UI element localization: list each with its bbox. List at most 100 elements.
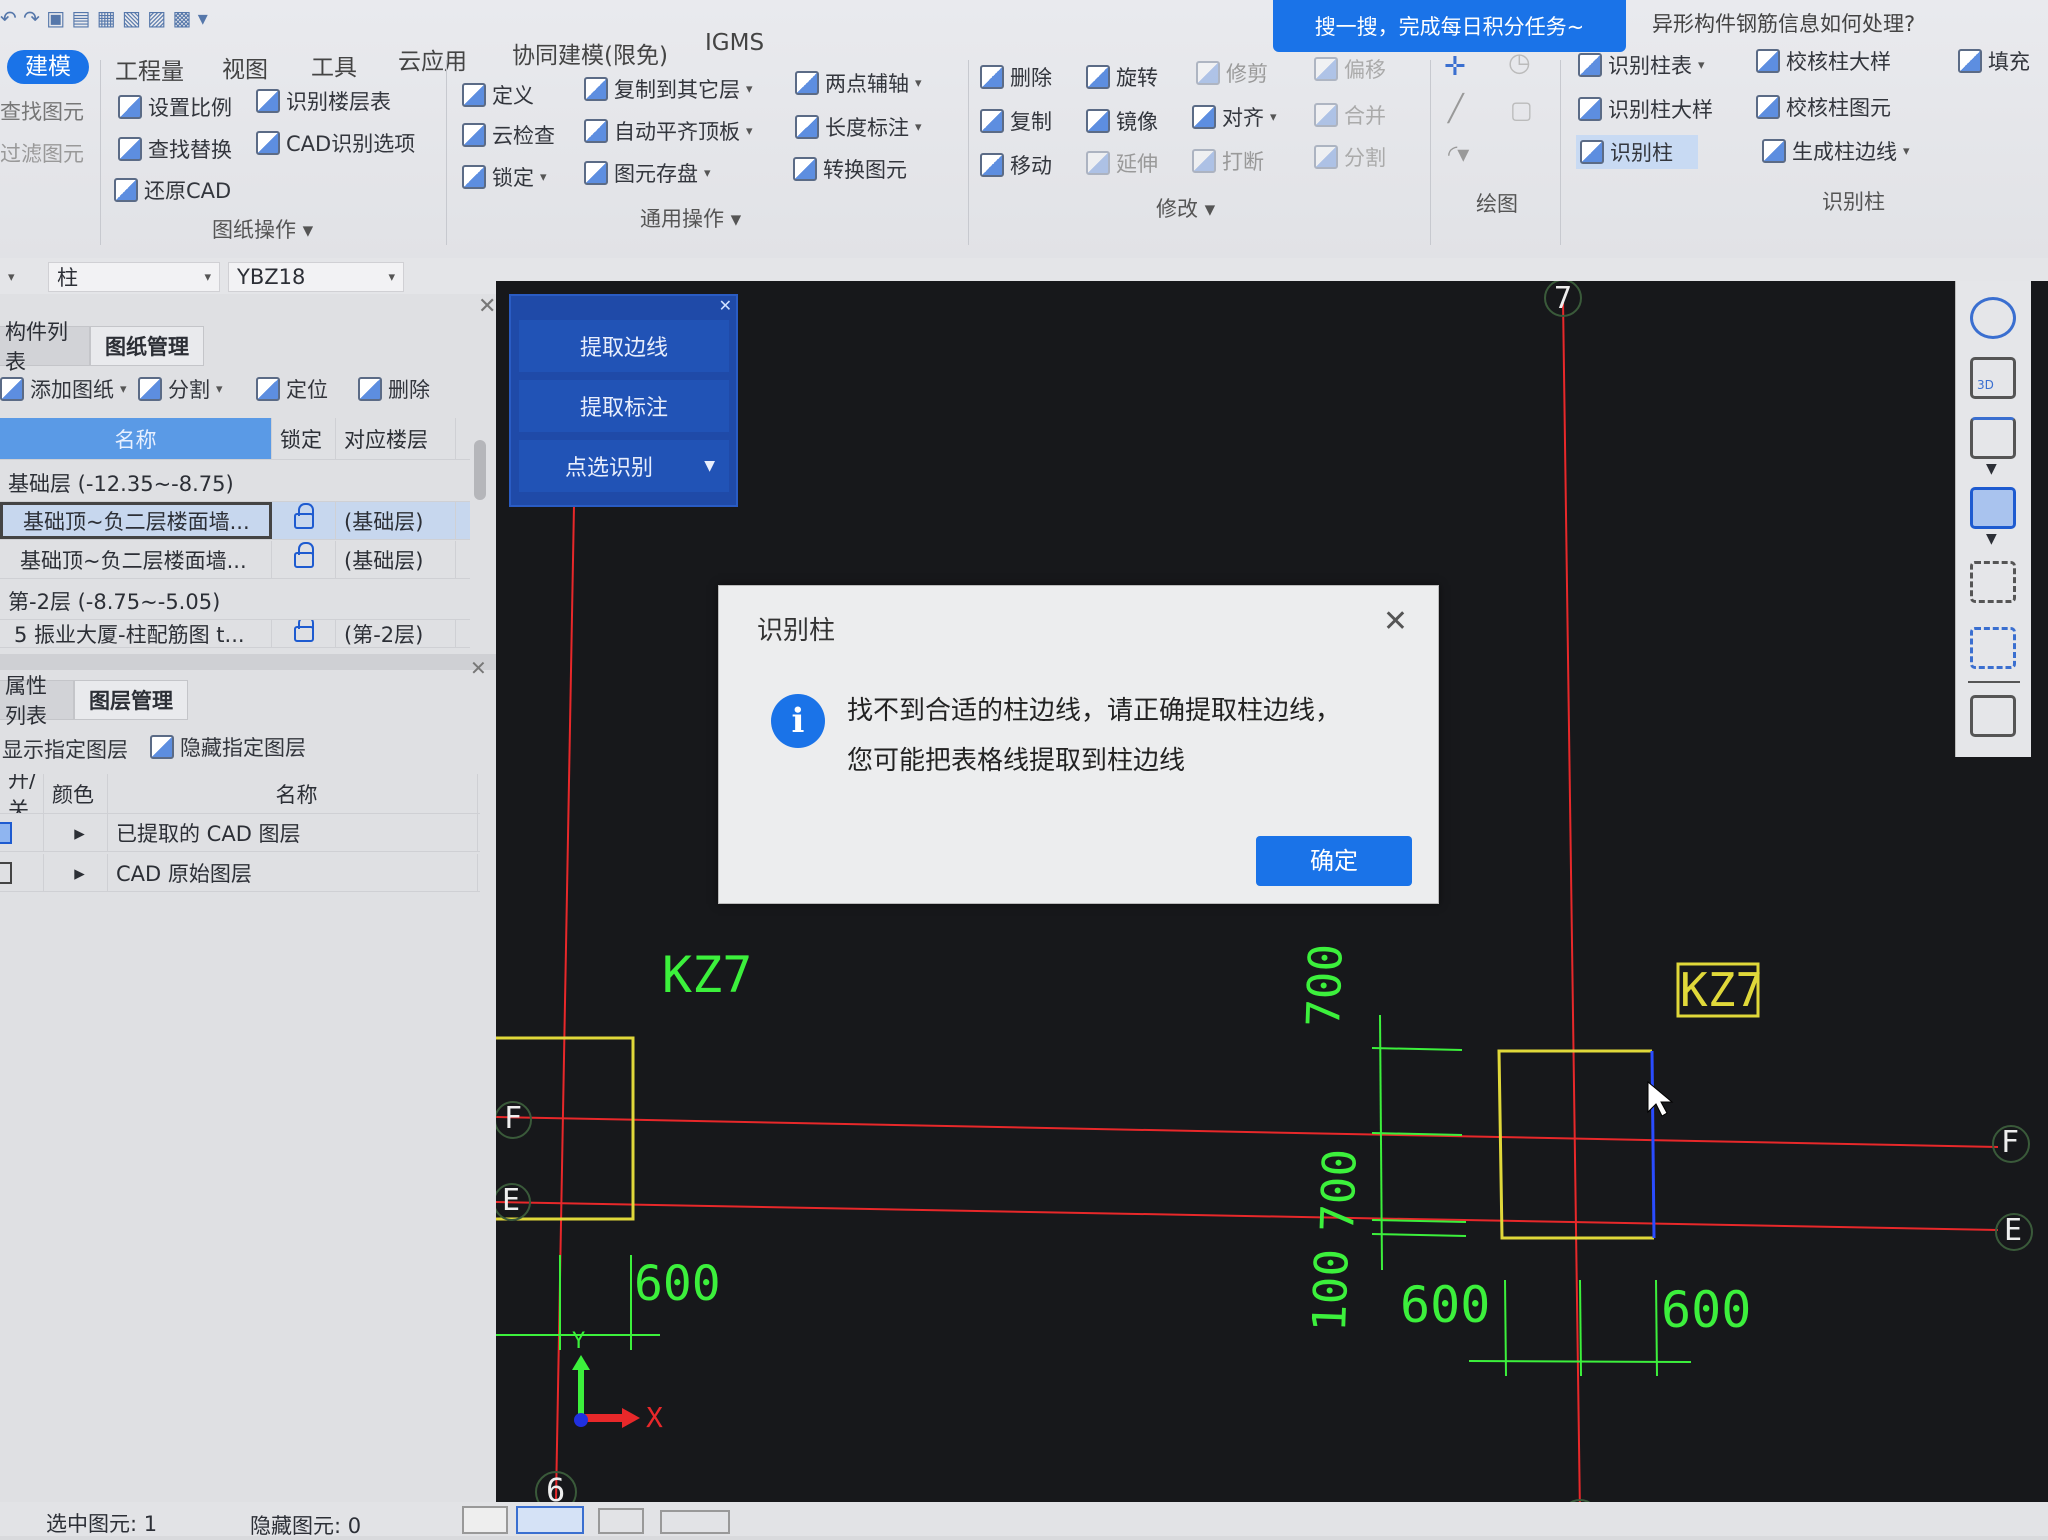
component-dropdown[interactable]: YBZ18 ▾ — [228, 262, 404, 292]
help-link[interactable]: 异形构件钢筋信息如何处理? — [1652, 8, 1915, 38]
recognize-column-table-button[interactable]: 识别柱表 ▾ — [1578, 50, 1705, 80]
copy-button[interactable]: 复制 — [980, 106, 1052, 136]
column-header-floor[interactable]: 对应楼层 — [336, 418, 456, 459]
tab-drawing-management[interactable]: 图纸管理 — [90, 326, 204, 366]
column-header-name[interactable]: 名称 — [0, 418, 272, 459]
tab-modeling[interactable]: 建模 — [7, 50, 89, 84]
tab-tools[interactable]: 工具 — [311, 48, 357, 82]
lock-button[interactable]: 锁定 ▾ — [462, 162, 547, 192]
mirror-button[interactable]: 镜像 — [1086, 106, 1158, 136]
group-label-general-ops[interactable]: 通用操作 ▾ — [640, 203, 741, 233]
close-icon[interactable]: ✕ — [478, 294, 496, 319]
status-toggle-button[interactable] — [598, 1508, 644, 1534]
close-icon[interactable]: ✕ — [1383, 604, 1408, 639]
table-row[interactable]: 基础层 (-12.35~-8.75) — [0, 464, 470, 502]
split-drawing-button[interactable]: 分割 ▾ — [138, 374, 223, 404]
save-element-button[interactable]: 图元存盘 ▾ — [584, 158, 711, 188]
recognize-column-button[interactable]: 识别柱 — [1576, 135, 1698, 169]
extract-edge-button[interactable]: 提取边线 — [519, 320, 729, 372]
tab-igms[interactable]: IGMS — [705, 30, 764, 56]
check-column-detail-button[interactable]: 校核柱大样 — [1756, 46, 1891, 76]
point-recognize-button[interactable]: 点选识别 ▼ — [519, 440, 729, 492]
offset-button[interactable]: 偏移 — [1314, 54, 1386, 84]
table-row-selected[interactable]: 基础顶~负二层楼面墙... (基础层) — [0, 502, 470, 540]
tab-component-list[interactable]: 构件列表 — [0, 320, 90, 374]
restore-cad-button[interactable]: 还原CAD — [114, 175, 231, 205]
filter-element-button[interactable]: 过滤图元 — [0, 138, 84, 168]
solid-view-icon[interactable] — [1970, 487, 2016, 529]
tab-view[interactable]: 视图 — [222, 50, 268, 84]
check-column-element-button[interactable]: 校核柱图元 — [1756, 92, 1891, 122]
close-icon[interactable]: ✕ — [719, 296, 732, 315]
auto-align-slab-button[interactable]: 自动平齐顶板 ▾ — [584, 116, 753, 146]
cloud-check-button[interactable]: 云检查 — [462, 120, 555, 150]
scrollbar[interactable] — [474, 440, 486, 500]
isolate-3d-icon[interactable] — [1970, 627, 2016, 669]
recognize-floor-table-button[interactable]: 识别楼层表 — [256, 86, 391, 116]
search-banner[interactable]: 搜一搜，完成每日积分任务~ — [1273, 0, 1626, 52]
find-replace-button[interactable]: 查找替换 — [118, 134, 232, 164]
category-dropdown[interactable]: ▾ — [0, 262, 40, 292]
show-layer-button[interactable]: 显示指定图层 — [2, 734, 128, 764]
add-drawing-button[interactable]: 添加图纸 ▾ — [0, 374, 127, 404]
status-toggle-button[interactable] — [462, 1506, 508, 1534]
set-scale-button[interactable]: 设置比例 — [118, 92, 232, 122]
expand-arrow-icon[interactable]: ▸ — [44, 854, 108, 891]
orbit-icon[interactable] — [1970, 297, 2016, 339]
locate-button[interactable]: 定位 — [256, 374, 328, 404]
convert-element-button[interactable]: 转换图元 — [793, 154, 907, 184]
delete-button[interactable]: 删除 — [980, 62, 1052, 92]
tab-cloud[interactable]: 云应用 — [398, 42, 467, 76]
close-icon[interactable]: ✕ — [470, 656, 487, 680]
extend-button[interactable]: 延伸 — [1086, 148, 1158, 178]
ok-button[interactable]: 确定 — [1256, 836, 1412, 886]
table-row[interactable]: 基础顶~负二层楼面墙... (基础层) — [0, 541, 470, 579]
group-label-drawing-ops[interactable]: 图纸操作 ▾ — [212, 214, 313, 244]
extract-annotation-button[interactable]: 提取标注 — [519, 380, 729, 432]
tab-layer-management[interactable]: 图层管理 — [74, 680, 188, 720]
trim-button[interactable]: 修剪 — [1196, 58, 1268, 88]
group-label-modify[interactable]: 修改 ▾ — [1156, 193, 1215, 223]
tab-collab[interactable]: 协同建模(限免) — [512, 36, 668, 70]
status-toggle-button[interactable] — [660, 1510, 730, 1534]
recognize-column-detail-button[interactable]: 识别柱大样 — [1578, 94, 1713, 124]
hide-layer-button[interactable]: 隐藏指定图层 — [150, 732, 306, 762]
length-dimension-button[interactable]: 长度标注 ▾ — [795, 112, 922, 142]
merge-button[interactable]: 合并 — [1314, 100, 1386, 130]
tab-property-list[interactable]: 属性列表 — [0, 674, 74, 728]
chevron-down-icon[interactable]: ▼ — [1986, 461, 1997, 477]
generate-column-edge-button[interactable]: 生成柱边线 ▾ — [1762, 136, 1910, 166]
split-button[interactable]: 分割 — [1314, 142, 1386, 172]
two-point-axis-button[interactable]: 两点辅轴 ▾ — [795, 68, 922, 98]
type-dropdown[interactable]: 柱 ▾ — [48, 262, 220, 292]
checkbox-checked[interactable] — [0, 821, 12, 844]
column-header-lock[interactable]: 锁定 — [272, 418, 336, 459]
rect-draw-icon[interactable]: ▢ — [1510, 96, 1533, 124]
table-row[interactable]: 5 振业大厦-柱配筋图 t... (第-2层) — [0, 620, 470, 648]
define-button[interactable]: 定义 — [462, 80, 534, 110]
rotate-button[interactable]: 旋转 — [1086, 62, 1158, 92]
arc-tool-icon[interactable]: ◜▾ — [1448, 140, 1469, 168]
tab-quantity[interactable]: 工程量 — [115, 52, 184, 86]
chevron-down-icon[interactable]: ▼ — [1986, 531, 1997, 547]
status-toggle-button[interactable] — [516, 1506, 584, 1534]
3d-view-icon[interactable]: 3D — [1970, 357, 2016, 399]
layer-row[interactable]: ▸ 已提取的 CAD 图层 — [0, 814, 480, 852]
break-button[interactable]: 打断 — [1192, 146, 1264, 176]
layer-row[interactable]: ▸ CAD 原始图层 — [0, 854, 480, 892]
arc-draw-icon[interactable]: ◷ — [1508, 48, 1531, 78]
cad-options-button[interactable]: CAD识别选项 — [256, 128, 415, 158]
align-button[interactable]: 对齐 ▾ — [1192, 102, 1277, 132]
copy-to-floor-button[interactable]: 复制到其它层 ▾ — [584, 74, 753, 104]
zoom-extents-icon[interactable] — [1970, 561, 2016, 603]
expand-arrow-icon[interactable]: ▸ — [44, 814, 108, 851]
table-row[interactable]: 第-2层 (-8.75~-5.05) — [0, 582, 470, 620]
delete-drawing-button[interactable]: 删除 — [358, 374, 430, 404]
line-draw-icon[interactable]: ╱ — [1448, 94, 1464, 124]
quick-access-toolbar[interactable]: ↶ ↷ ▣ ▤ ▦ ▧ ▨ ▩ ▾ — [0, 6, 208, 30]
top-view-icon[interactable] — [1970, 417, 2016, 459]
find-element-button[interactable]: 查找图元 — [0, 96, 84, 126]
point-draw-icon[interactable]: ✛ — [1444, 52, 1466, 82]
move-button[interactable]: 移动 — [980, 150, 1052, 180]
checkbox-unchecked[interactable] — [0, 861, 12, 884]
